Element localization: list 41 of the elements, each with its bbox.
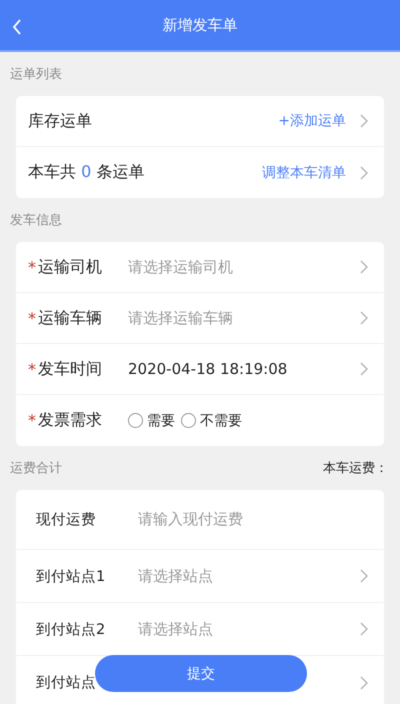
field-value[interactable]: 2020-04-18 18:19:08: [128, 360, 360, 378]
adjust-link[interactable]: 调整本车清单: [262, 164, 346, 182]
radio-button[interactable]: [128, 413, 143, 428]
field-label: 运输车辆: [38, 308, 103, 328]
field-label: 到付站点1: [36, 568, 106, 586]
row-label: 库存运单: [28, 110, 93, 132]
chevron-icon[interactable]: [360, 676, 368, 690]
chevron-icon[interactable]: [360, 622, 368, 636]
radio-button[interactable]: [181, 413, 196, 428]
back-icon[interactable]: [12, 19, 22, 35]
chevron-icon[interactable]: [360, 260, 368, 274]
required-mark: *: [28, 360, 36, 378]
chevron-icon[interactable]: [360, 114, 368, 128]
section-title: 发车信息: [10, 212, 62, 229]
page-title: 新增发车单: [162, 16, 238, 34]
select-field[interactable]: 请选择运输车辆: [128, 308, 360, 328]
section-title: 运单列表: [10, 66, 62, 83]
field-label: 现付运费: [36, 511, 97, 529]
chevron-icon[interactable]: [360, 569, 368, 583]
submit-button[interactable]: 提交: [95, 655, 307, 692]
input-field[interactable]: 请输入现付运费: [138, 510, 368, 529]
field-label: 到付站点2: [36, 620, 106, 638]
section-title: 运费合计: [10, 460, 62, 477]
select-field[interactable]: 请选择运输司机: [128, 258, 360, 276]
radio-label[interactable]: 不需要: [200, 412, 242, 430]
chevron-icon[interactable]: [360, 311, 368, 325]
select-field[interactable]: 请选择站点: [138, 566, 360, 586]
chevron-icon[interactable]: [360, 166, 368, 180]
freight-total-label: 本车运费：: [323, 460, 388, 477]
radio-label[interactable]: 需要: [147, 412, 175, 430]
required-mark: *: [28, 308, 36, 328]
field-label: 发车时间: [38, 358, 103, 380]
field-label: 到付站点: [36, 674, 97, 692]
field-label: 运输司机: [38, 256, 103, 278]
row-label: 本车共 0 条运单: [28, 162, 146, 183]
required-mark: *: [28, 411, 36, 430]
add-link[interactable]: +添加运单: [278, 112, 346, 130]
field-label: 发票需求: [38, 410, 103, 431]
chevron-icon[interactable]: [360, 362, 368, 376]
required-mark: *: [28, 258, 36, 276]
select-field[interactable]: 请选择站点: [138, 620, 360, 638]
